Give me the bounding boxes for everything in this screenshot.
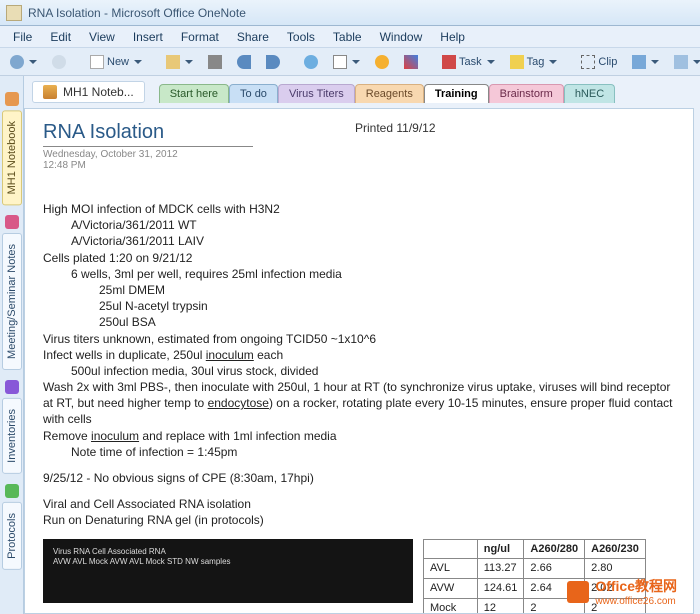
menu-format[interactable]: Format xyxy=(174,28,226,46)
th: A260/280 xyxy=(524,539,585,559)
line: Infect wells in duplicate, 250ul inoculu… xyxy=(43,347,675,363)
line: Wash 2x with 3ml PBS-, then inoculate wi… xyxy=(43,379,675,428)
sidebar-icon-inventories[interactable] xyxy=(5,380,19,394)
sidebar-icon-protocols[interactable] xyxy=(5,484,19,498)
menu-table[interactable]: Table xyxy=(326,28,369,46)
task-label: Task xyxy=(459,56,482,68)
tab-to-do[interactable]: To do xyxy=(229,84,278,103)
line: Viral and Cell Associated RNA isolation xyxy=(43,496,675,512)
notebook-name: MH1 Noteb... xyxy=(63,85,134,99)
section-tabs: Start here To do Virus Titers Reagents T… xyxy=(159,83,615,102)
page-canvas[interactable]: Printed 11/9/12 RNA Isolation Wednesday,… xyxy=(24,108,694,614)
menu-edit[interactable]: Edit xyxy=(43,28,78,46)
menu-insert[interactable]: Insert xyxy=(126,28,170,46)
line: 25ml DMEM xyxy=(43,282,675,298)
window-titlebar: RNA Isolation - Microsoft Office OneNote xyxy=(0,0,700,26)
sidebar-icon-meeting[interactable] xyxy=(5,215,19,229)
th: A260/230 xyxy=(585,539,646,559)
sidebar-tab-mh1[interactable]: MH1 Notebook xyxy=(2,110,22,205)
insert-button[interactable] xyxy=(626,52,665,72)
color-button[interactable] xyxy=(398,52,424,72)
sidebar-tab-inventories[interactable]: Inventories xyxy=(2,398,22,474)
redo-button[interactable] xyxy=(260,52,286,72)
line: 250ul BSA xyxy=(43,314,675,330)
page-time: 12:48 PM xyxy=(43,160,675,171)
line: Run on Denaturing RNA gel (in protocols) xyxy=(43,512,675,528)
gel-image: Virus RNA Cell Associated RNA AVW AVL Mo… xyxy=(43,539,413,603)
line: 500ul infection media, 30ul virus stock,… xyxy=(43,363,675,379)
line: Virus titers unknown, estimated from ong… xyxy=(43,331,675,347)
menu-tools[interactable]: Tools xyxy=(280,28,322,46)
tag-label: Tag xyxy=(527,56,545,68)
clipboard-button[interactable] xyxy=(160,52,199,72)
sidebar-tab-protocols[interactable]: Protocols xyxy=(2,502,22,570)
table-button[interactable] xyxy=(327,52,366,72)
menu-view[interactable]: View xyxy=(82,28,122,46)
forward-button[interactable] xyxy=(46,52,72,72)
tab-training[interactable]: Training xyxy=(424,84,489,103)
line: Cells plated 1:20 on 9/21/12 xyxy=(43,250,675,266)
sidebar-tab-meeting[interactable]: Meeting/Seminar Notes xyxy=(2,233,22,370)
notebook-picker[interactable]: MH1 Noteb... xyxy=(32,81,145,103)
tab-start-here[interactable]: Start here xyxy=(159,84,229,103)
watermark-logo-icon xyxy=(567,581,589,603)
hyperlink-button[interactable] xyxy=(298,52,324,72)
menu-share[interactable]: Share xyxy=(230,28,276,46)
new-label: New xyxy=(107,56,129,68)
watermark: Office教程网 www.office26.com xyxy=(567,576,677,607)
back-button[interactable] xyxy=(4,52,43,72)
notebook-sidebar: MH1 Notebook Meeting/Seminar Notes Inven… xyxy=(0,76,24,614)
time-button[interactable] xyxy=(369,52,395,72)
watermark-url: www.office26.com xyxy=(595,596,677,607)
page-date: Wednesday, October 31, 2012 xyxy=(43,149,675,160)
tag-button[interactable]: Tag xyxy=(504,52,564,72)
menu-help[interactable]: Help xyxy=(433,28,472,46)
extras-button[interactable] xyxy=(668,52,700,72)
line: 6 wells, 3ml per well, requires 25ml inf… xyxy=(43,266,675,282)
line: A/Victoria/361/2011 WT xyxy=(43,217,675,233)
clip-button[interactable]: Clip xyxy=(575,52,623,72)
undo-button[interactable] xyxy=(231,52,257,72)
line: Remove inoculum and replace with 1ml inf… xyxy=(43,428,675,444)
printed-label: Printed 11/9/12 xyxy=(355,121,436,135)
window-title: RNA Isolation - Microsoft Office OneNote xyxy=(28,6,246,20)
line: A/Victoria/361/2011 LAIV xyxy=(43,233,675,249)
menu-window[interactable]: Window xyxy=(373,28,430,46)
menubar: File Edit View Insert Format Share Tools… xyxy=(0,26,700,48)
line: 9/25/12 - No obvious signs of CPE (8:30a… xyxy=(43,470,675,486)
line: Note time of infection = 1:45pm xyxy=(43,444,675,460)
tab-reagents[interactable]: Reagents xyxy=(355,84,424,103)
tab-virus-titers[interactable]: Virus Titers xyxy=(278,84,355,103)
note-body[interactable]: High MOI infection of MDCK cells with H3… xyxy=(43,201,675,614)
new-button[interactable]: New xyxy=(84,52,148,72)
print-button[interactable] xyxy=(202,52,228,72)
notebook-icon xyxy=(43,85,57,99)
tab-hnec[interactable]: hNEC xyxy=(564,84,615,103)
menu-file[interactable]: File xyxy=(6,28,39,46)
clip-label: Clip xyxy=(598,56,617,68)
line: 25ul N-acetyl trypsin xyxy=(43,298,675,314)
th: ng/ul xyxy=(477,539,524,559)
task-button[interactable]: Task xyxy=(436,52,501,72)
tab-brainstorm[interactable]: Brainstorm xyxy=(489,84,564,103)
watermark-brand: Office教程网 xyxy=(595,576,677,596)
sidebar-expand-icon[interactable] xyxy=(5,92,19,106)
line: High MOI infection of MDCK cells with H3… xyxy=(43,201,675,217)
toolbar: New Task Tag Clip 100% ? Calibri xyxy=(0,48,700,76)
app-icon xyxy=(6,5,22,21)
